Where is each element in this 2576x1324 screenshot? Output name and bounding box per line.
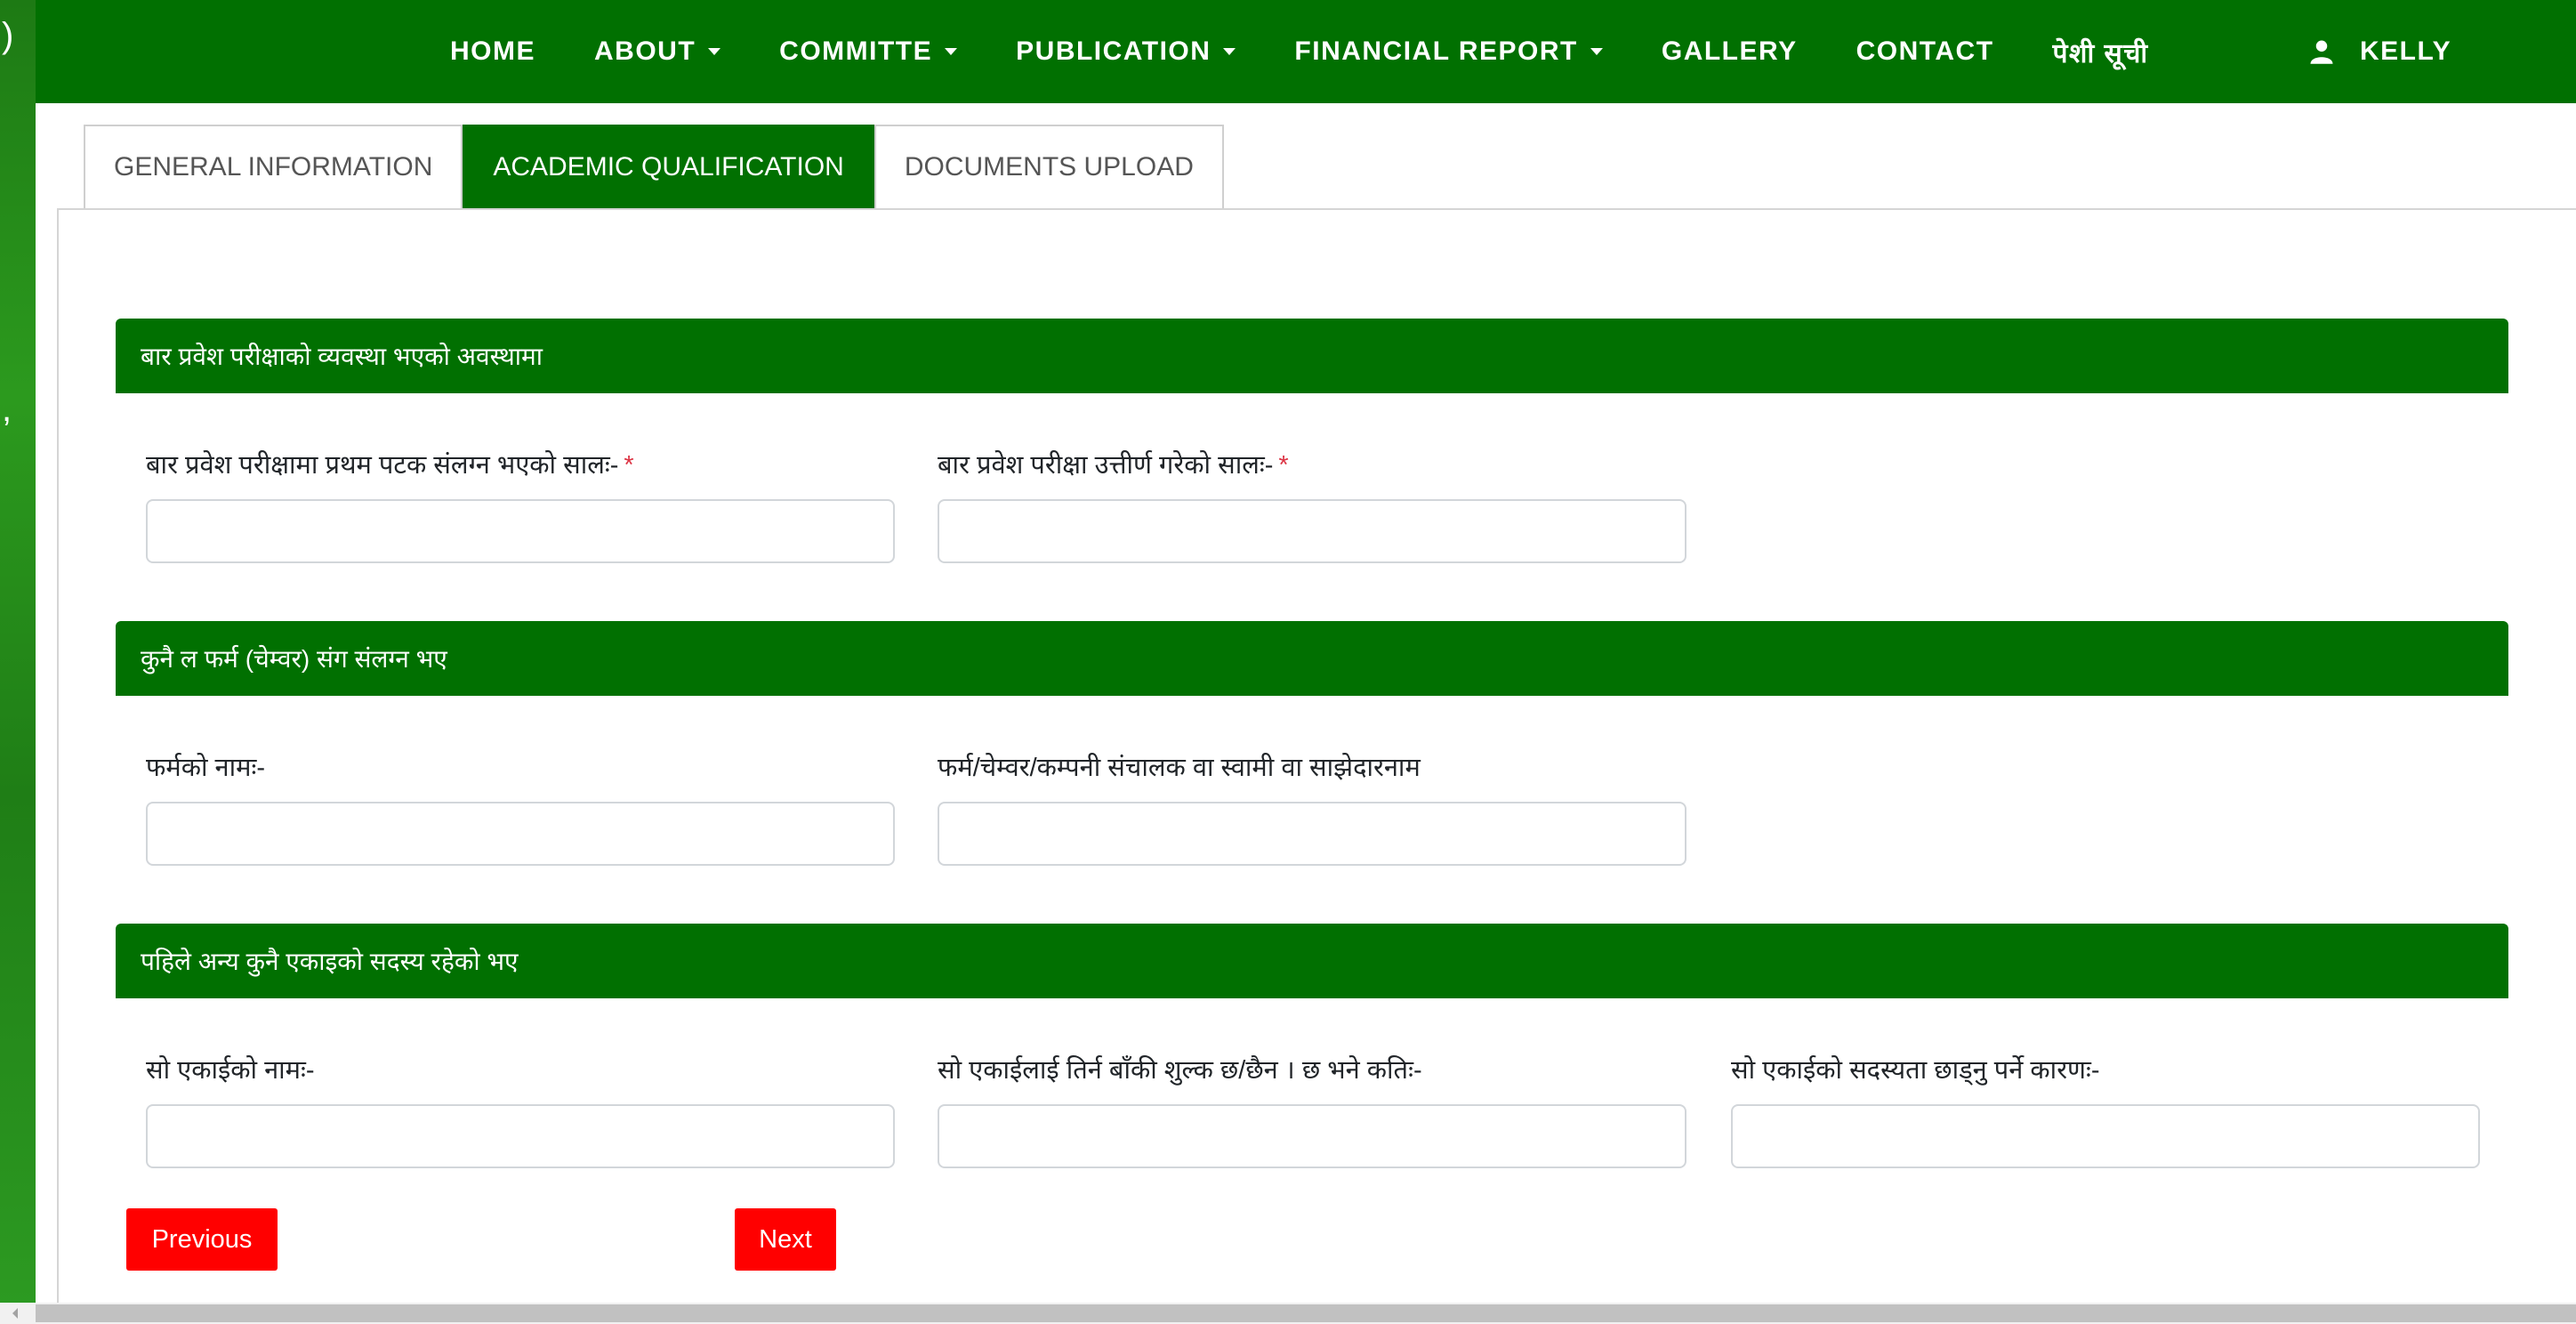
strip-glyph-mid: , bbox=[2, 390, 12, 429]
required-asterisk: * bbox=[624, 451, 634, 480]
nav-label: पेशी सूची bbox=[2052, 38, 2149, 69]
left-background-strip: ) , bbox=[0, 0, 36, 1324]
label-text: बार प्रवेश परीक्षामा प्रथम पटक संलग्न भए… bbox=[146, 451, 619, 480]
nav-item-gallery[interactable]: GALLERY bbox=[1662, 36, 1798, 67]
section-title: पहिले अन्य कुनै एकाइको सदस्य रहेको भए bbox=[141, 948, 519, 975]
firm-owner-input[interactable] bbox=[938, 802, 1686, 866]
form-tabs: GENERAL INFORMATION ACADEMIC QUALIFICATI… bbox=[84, 125, 1224, 208]
user-name: KELLY bbox=[2360, 36, 2452, 66]
nav-label: CONTACT bbox=[1856, 36, 1994, 66]
nav-item-financial-report[interactable]: FINANCIAL REPORT bbox=[1294, 36, 1603, 67]
label-text: फर्मको नामः- bbox=[146, 754, 266, 782]
caret-down-icon bbox=[945, 48, 958, 55]
section-header-previous-unit: पहिले अन्य कुनै एकाइको सदस्य रहेको भए bbox=[116, 924, 2508, 998]
previous-button[interactable]: Previous bbox=[126, 1208, 278, 1271]
user-icon bbox=[2310, 40, 2333, 64]
unit-leave-reason-input[interactable] bbox=[1731, 1104, 2480, 1168]
exam-first-year-input[interactable] bbox=[146, 499, 895, 563]
firm-name-input[interactable] bbox=[146, 802, 895, 866]
tab-general-information[interactable]: GENERAL INFORMATION bbox=[84, 125, 463, 208]
scrollbar-thumb[interactable] bbox=[36, 1304, 2576, 1322]
nav-label: ABOUT bbox=[594, 36, 696, 66]
nav-label: PUBLICATION bbox=[1016, 36, 1212, 66]
nav-item-about[interactable]: ABOUT bbox=[594, 36, 721, 67]
exam-passed-year-input[interactable] bbox=[938, 499, 1686, 563]
nav-label: HOME bbox=[450, 36, 535, 66]
label-unit-name: सो एकाईको नामः- bbox=[146, 1052, 315, 1086]
nav-item-home[interactable]: HOME bbox=[450, 36, 535, 67]
nav-label: FINANCIAL REPORT bbox=[1294, 36, 1578, 66]
section-title: बार प्रवेश परीक्षाको व्यवस्था भएको अवस्थ… bbox=[141, 343, 543, 370]
label-exam-passed-year: बार प्रवेश परीक्षा उत्तीर्ण गरेको सालः- * bbox=[938, 447, 1289, 481]
caret-down-icon bbox=[708, 48, 721, 55]
label-exam-first-year: बार प्रवेश परीक्षामा प्रथम पटक संलग्न भए… bbox=[146, 447, 634, 481]
section-header-bar-exam: बार प्रवेश परीक्षाको व्यवस्था भएको अवस्थ… bbox=[116, 319, 2508, 393]
label-text: सो एकाईलाई तिर्न बाँकी शुल्क छ/छैन । छ भ… bbox=[938, 1056, 1422, 1085]
caret-down-icon bbox=[1223, 48, 1236, 55]
nav-label: COMMITTE bbox=[779, 36, 933, 66]
scroll-left-arrow-icon[interactable] bbox=[12, 1308, 18, 1319]
label-text: सो एकाईको सदस्यता छाड्नु पर्ने कारणः- bbox=[1731, 1056, 2100, 1085]
label-text: फर्म/चेम्वर/कम्पनी संचालक वा स्वामी वा स… bbox=[938, 754, 1421, 782]
label-firm-name: फर्मको नामः- bbox=[146, 749, 265, 784]
nav-item-contact[interactable]: CONTACT bbox=[1856, 36, 1994, 67]
nav-item-committe[interactable]: COMMITTE bbox=[779, 36, 958, 67]
caret-down-icon bbox=[1590, 48, 1603, 55]
section-title: कुनै ल फर्म (चेम्वर) संग संलग्न भए bbox=[141, 645, 447, 673]
label-text: बार प्रवेश परीक्षा उत्तीर्ण गरेको सालः- bbox=[938, 451, 1274, 480]
user-menu[interactable]: KELLY bbox=[2308, 0, 2451, 103]
label-unit-dues: सो एकाईलाई तिर्न बाँकी शुल्क छ/छैन । छ भ… bbox=[938, 1052, 1422, 1086]
horizontal-scrollbar[interactable] bbox=[0, 1303, 2576, 1324]
nav-item-publication[interactable]: PUBLICATION bbox=[1016, 36, 1236, 67]
top-navbar: HOME ABOUT COMMITTE PUBLICATION FINANCIA… bbox=[36, 0, 2576, 103]
label-firm-owner: फर्म/चेम्वर/कम्पनी संचालक वा स्वामी वा स… bbox=[938, 749, 1421, 784]
strip-glyph-top: ) bbox=[2, 16, 14, 55]
tab-documents-upload[interactable]: DOCUMENTS UPLOAD bbox=[873, 125, 1224, 208]
label-unit-leave-reason: सो एकाईको सदस्यता छाड्नु पर्ने कारणः- bbox=[1731, 1052, 2100, 1086]
nav-menu: HOME ABOUT COMMITTE PUBLICATION FINANCIA… bbox=[450, 0, 2208, 103]
section-header-law-firm: कुनै ल फर्म (चेम्वर) संग संलग्न भए bbox=[116, 621, 2508, 696]
nav-item-peshi-suchi[interactable]: पेशी सूची bbox=[2053, 34, 2149, 70]
required-asterisk: * bbox=[1278, 451, 1289, 480]
nav-label: GALLERY bbox=[1661, 36, 1798, 66]
unit-dues-input[interactable] bbox=[938, 1104, 1686, 1168]
tab-academic-qualification[interactable]: ACADEMIC QUALIFICATION bbox=[463, 125, 874, 208]
next-button[interactable]: Next bbox=[735, 1208, 836, 1271]
label-text: सो एकाईको नामः- bbox=[146, 1056, 315, 1085]
unit-name-input[interactable] bbox=[146, 1104, 895, 1168]
